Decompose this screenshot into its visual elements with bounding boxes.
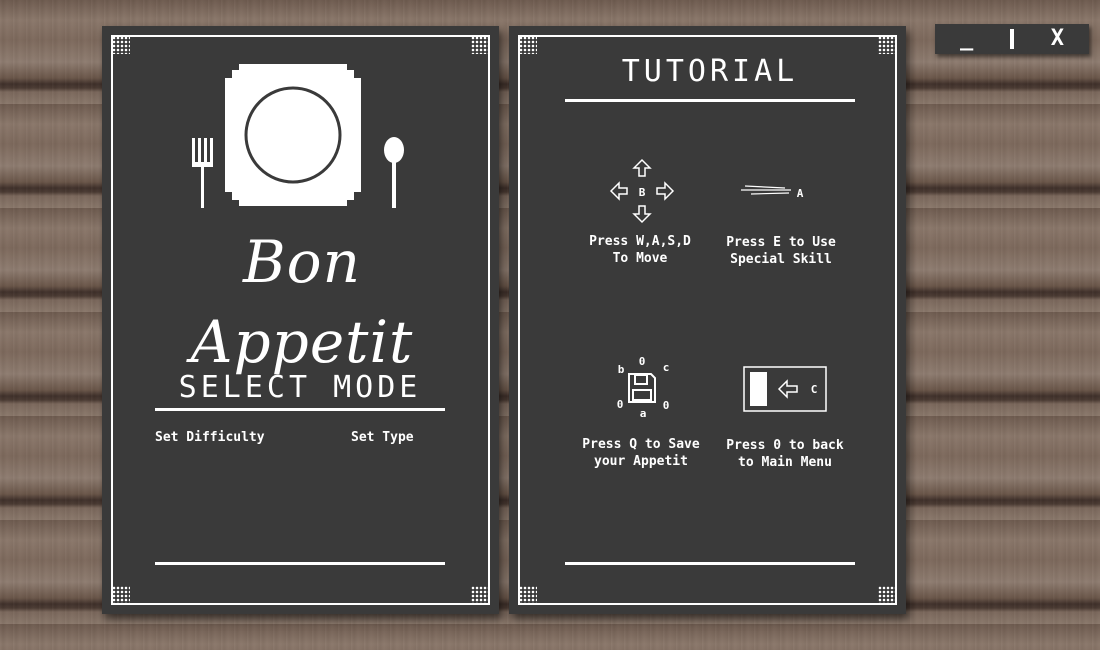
move-instruction-line2: To Move xyxy=(612,251,668,266)
back-instruction-line2: to Main Menu xyxy=(738,455,832,470)
bottom-rule xyxy=(155,562,445,565)
back-instruction-line1: Press 0 to back xyxy=(726,438,844,453)
key-label-0: 0 xyxy=(662,399,670,412)
move-instruction-line1: Press W,A,S,D xyxy=(589,234,691,249)
key-label-c: c xyxy=(662,361,670,374)
select-mode-heading: SELECT MODE xyxy=(178,370,422,405)
key-label-0: 0 xyxy=(638,355,646,368)
save-instruction-line2: your Appetit xyxy=(594,454,688,469)
key-label-b: b xyxy=(617,363,625,376)
corner-ornament xyxy=(471,36,489,54)
key-label-a: A xyxy=(796,187,804,200)
key-label-b: B xyxy=(638,186,646,199)
plate-icon xyxy=(225,64,361,206)
tutorial-heading: TUTORIAL xyxy=(621,54,799,89)
game-title-logo: Bon Appetit xyxy=(190,228,414,376)
plate-cutlery-logo xyxy=(192,64,404,208)
window-controls: _ X xyxy=(935,24,1089,54)
set-difficulty-option[interactable]: Set Difficulty xyxy=(155,430,265,445)
heading-underline xyxy=(565,99,855,102)
fork-icon xyxy=(192,138,213,208)
skill-instruction-line1: Press E to Use xyxy=(726,235,836,250)
select-mode-card: Bon Appetit SELECT MODE Set Difficulty S… xyxy=(102,26,499,614)
window-controls-divider xyxy=(1009,29,1014,49)
key-label-0: 0 xyxy=(616,398,624,411)
key-label-a: a xyxy=(639,407,647,420)
tutorial-card: TUTORIAL B Press W,A,S,D To Move A Press… xyxy=(509,26,906,614)
corner-ornament xyxy=(519,36,537,54)
corner-ornament xyxy=(112,36,130,54)
close-button[interactable]: X xyxy=(1037,26,1077,52)
corner-ornament xyxy=(112,586,130,604)
corner-ornament xyxy=(878,586,896,604)
skill-instruction-line2: Special Skill xyxy=(730,252,832,267)
corner-ornament xyxy=(519,586,537,604)
card-frame xyxy=(518,35,897,605)
key-label-c: C xyxy=(810,383,818,396)
spoon-icon xyxy=(384,137,404,208)
corner-ornament xyxy=(878,36,896,54)
corner-ornament xyxy=(471,586,489,604)
heading-underline xyxy=(155,408,445,411)
minimize-button[interactable]: _ xyxy=(947,26,987,52)
save-instruction-line1: Press Q to Save xyxy=(582,437,700,452)
bottom-rule xyxy=(565,562,855,565)
floppy-disk-icon xyxy=(628,373,656,403)
speed-lines-icon xyxy=(741,185,791,195)
set-type-option[interactable]: Set Type xyxy=(351,430,414,445)
